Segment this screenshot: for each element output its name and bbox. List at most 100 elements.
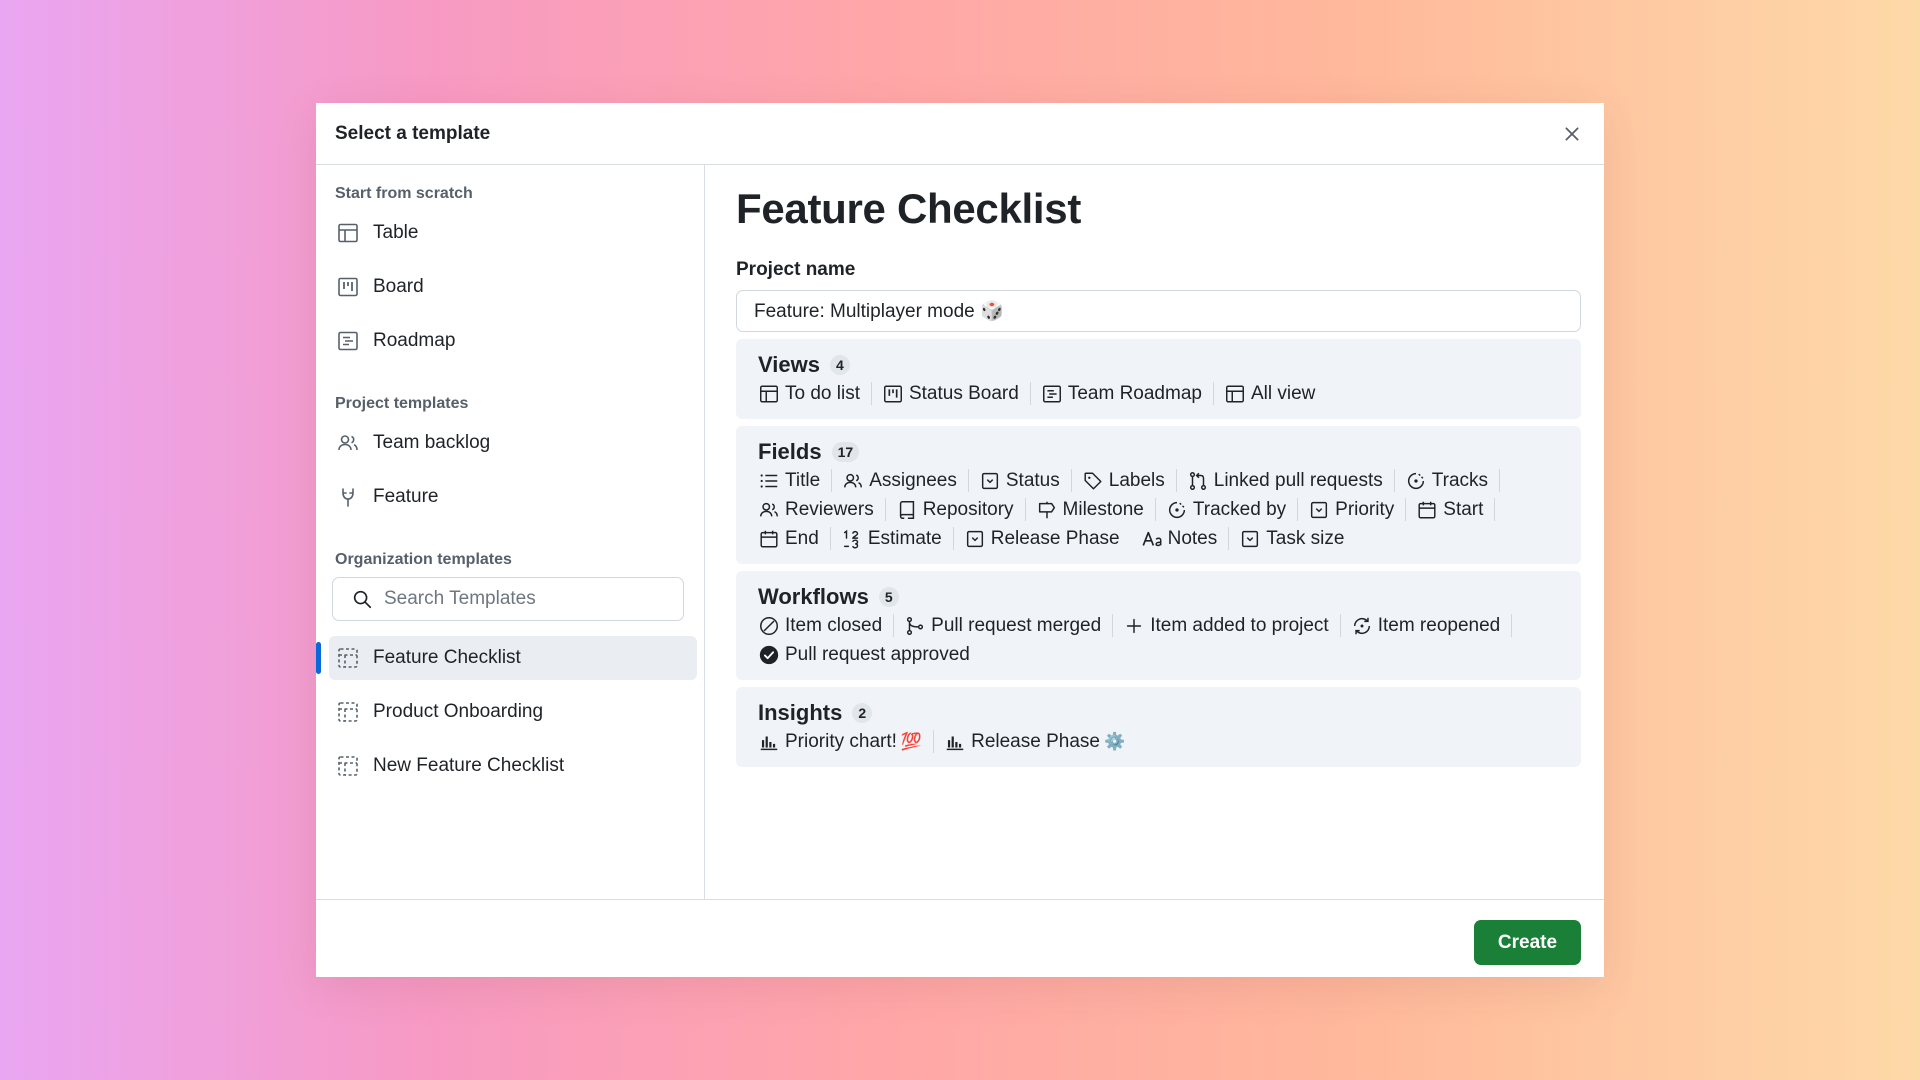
field-label: Estimate bbox=[867, 527, 942, 549]
workflow-label: Item added to project bbox=[1150, 614, 1329, 636]
workflows-section: Workflows 5 Item closed Pull request mer… bbox=[736, 571, 1581, 680]
roadmap-icon bbox=[338, 331, 358, 351]
field-label: Start bbox=[1443, 498, 1484, 520]
template-preview: Feature Checklist Project name Views 4 T… bbox=[705, 165, 1604, 899]
workflow-item: Item closed bbox=[758, 614, 895, 637]
graph-icon bbox=[760, 736, 778, 750]
field-label: Notes bbox=[1167, 527, 1218, 549]
field-item: Release Phase bbox=[964, 527, 1131, 550]
workflows-count: 5 bbox=[878, 587, 899, 607]
dialog-header: Select a template bbox=[316, 103, 1604, 165]
plus-icon bbox=[1127, 618, 1142, 633]
field-item: Estimate bbox=[841, 527, 954, 550]
feature-icon bbox=[342, 488, 354, 507]
template-icon bbox=[338, 702, 358, 722]
template-search[interactable] bbox=[332, 577, 684, 621]
view-label: To do list bbox=[785, 382, 860, 404]
milestone-icon bbox=[1038, 501, 1055, 518]
sidebar-item-new-feature-checklist[interactable]: New Feature Checklist bbox=[329, 744, 697, 788]
field-item: Linked pull requests bbox=[1187, 469, 1395, 492]
people-icon bbox=[760, 502, 778, 516]
sidebar-item-label: Product Onboarding bbox=[373, 701, 544, 722]
check-circle-icon bbox=[759, 645, 779, 664]
field-item: Repository bbox=[896, 498, 1026, 521]
dialog-title: Select a template bbox=[335, 122, 491, 144]
tag-icon bbox=[1084, 471, 1102, 490]
template-dialog: Select a template Start from scratch Tab… bbox=[316, 103, 1604, 977]
sidebar-item-board[interactable]: Board bbox=[329, 265, 697, 309]
sidebar-item-label: Feature bbox=[373, 486, 439, 507]
field-label: End bbox=[785, 527, 819, 549]
workflow-item: Pull request approved bbox=[758, 643, 981, 666]
sidebar-item-product-onboarding[interactable]: Product Onboarding bbox=[329, 690, 697, 734]
field-item: Labels bbox=[1082, 469, 1177, 492]
field-item: Title bbox=[758, 469, 833, 492]
project-name-input[interactable] bbox=[736, 290, 1581, 332]
roadmap-icon bbox=[1042, 384, 1061, 403]
field-label: Milestone bbox=[1062, 498, 1144, 520]
workflow-item: Item reopened bbox=[1351, 614, 1513, 637]
field-item: Task size bbox=[1239, 527, 1355, 550]
repository-icon bbox=[899, 500, 914, 519]
sidebar-item-feature[interactable]: Feature bbox=[329, 475, 697, 519]
table-icon bbox=[338, 223, 358, 243]
sidebar-item-label: Roadmap bbox=[373, 330, 456, 351]
views-title: Views bbox=[758, 352, 820, 377]
field-item: Assignees bbox=[842, 469, 969, 492]
field-item: Tracked by bbox=[1166, 498, 1299, 521]
single-select-icon bbox=[981, 472, 998, 489]
workflow-item: Pull request merged bbox=[904, 614, 1114, 637]
number-icon bbox=[843, 529, 859, 548]
sidebar-item-label: New Feature Checklist bbox=[373, 755, 565, 776]
calendar-icon bbox=[1418, 501, 1436, 519]
view-label: Status Board bbox=[908, 382, 1019, 404]
insights-count: 2 bbox=[852, 703, 873, 723]
field-item: Start bbox=[1416, 498, 1496, 521]
sidebar-item-team-backlog[interactable]: Team backlog bbox=[329, 421, 697, 465]
pull-request-icon bbox=[1189, 471, 1206, 490]
sidebar-item-table[interactable]: Table bbox=[329, 211, 697, 255]
single-select-icon bbox=[1242, 530, 1259, 547]
template-sidebar: Start from scratch Table Board Roadmap P… bbox=[316, 165, 705, 899]
search-input[interactable] bbox=[384, 588, 664, 610]
field-item: End bbox=[758, 527, 831, 550]
field-label: Reviewers bbox=[785, 498, 874, 520]
field-label: Priority bbox=[1335, 498, 1395, 520]
board-icon bbox=[338, 277, 358, 297]
sidebar-item-roadmap[interactable]: Roadmap bbox=[329, 319, 697, 363]
table-icon bbox=[1225, 384, 1244, 403]
views-count: 4 bbox=[829, 355, 850, 375]
table-icon bbox=[760, 384, 778, 403]
view-item: Team Roadmap bbox=[1041, 382, 1214, 405]
fields-count: 17 bbox=[831, 442, 860, 462]
template-title: Feature Checklist bbox=[736, 185, 1082, 232]
list-icon bbox=[760, 473, 778, 488]
workflow-label: Pull request approved bbox=[785, 643, 970, 665]
views-section: Views 4 To do list Status Board Team Roa… bbox=[736, 339, 1581, 419]
field-label: Labels bbox=[1108, 469, 1165, 491]
insight-item: Release Phase ⚙️ bbox=[944, 730, 1136, 753]
template-icon bbox=[338, 756, 358, 776]
sidebar-item-label: Feature Checklist bbox=[373, 647, 521, 668]
project-group-title: Project templates bbox=[335, 395, 469, 412]
active-indicator bbox=[316, 642, 321, 674]
view-item: Status Board bbox=[882, 382, 1031, 405]
field-item: Notes bbox=[1141, 527, 1230, 550]
field-label: Linked pull requests bbox=[1213, 469, 1383, 491]
search-icon bbox=[353, 590, 372, 609]
field-label: Assignees bbox=[869, 469, 957, 491]
view-label: Team Roadmap bbox=[1067, 382, 1202, 404]
workflow-label: Item closed bbox=[785, 614, 883, 636]
field-item: Reviewers bbox=[758, 498, 886, 521]
workflow-label: Pull request merged bbox=[931, 614, 1102, 636]
sidebar-item-label: Board bbox=[373, 276, 424, 297]
template-icon bbox=[338, 648, 358, 668]
close-button[interactable] bbox=[1558, 120, 1586, 148]
sidebar-item-feature-checklist[interactable]: Feature Checklist bbox=[316, 636, 697, 680]
workflow-label: Item reopened bbox=[1377, 614, 1501, 636]
sidebar-item-label: Table bbox=[373, 222, 419, 243]
scratch-group-title: Start from scratch bbox=[335, 185, 473, 202]
field-label: Status bbox=[1005, 469, 1060, 491]
create-button[interactable]: Create bbox=[1474, 920, 1581, 965]
insight-label: Release Phase bbox=[971, 730, 1100, 752]
